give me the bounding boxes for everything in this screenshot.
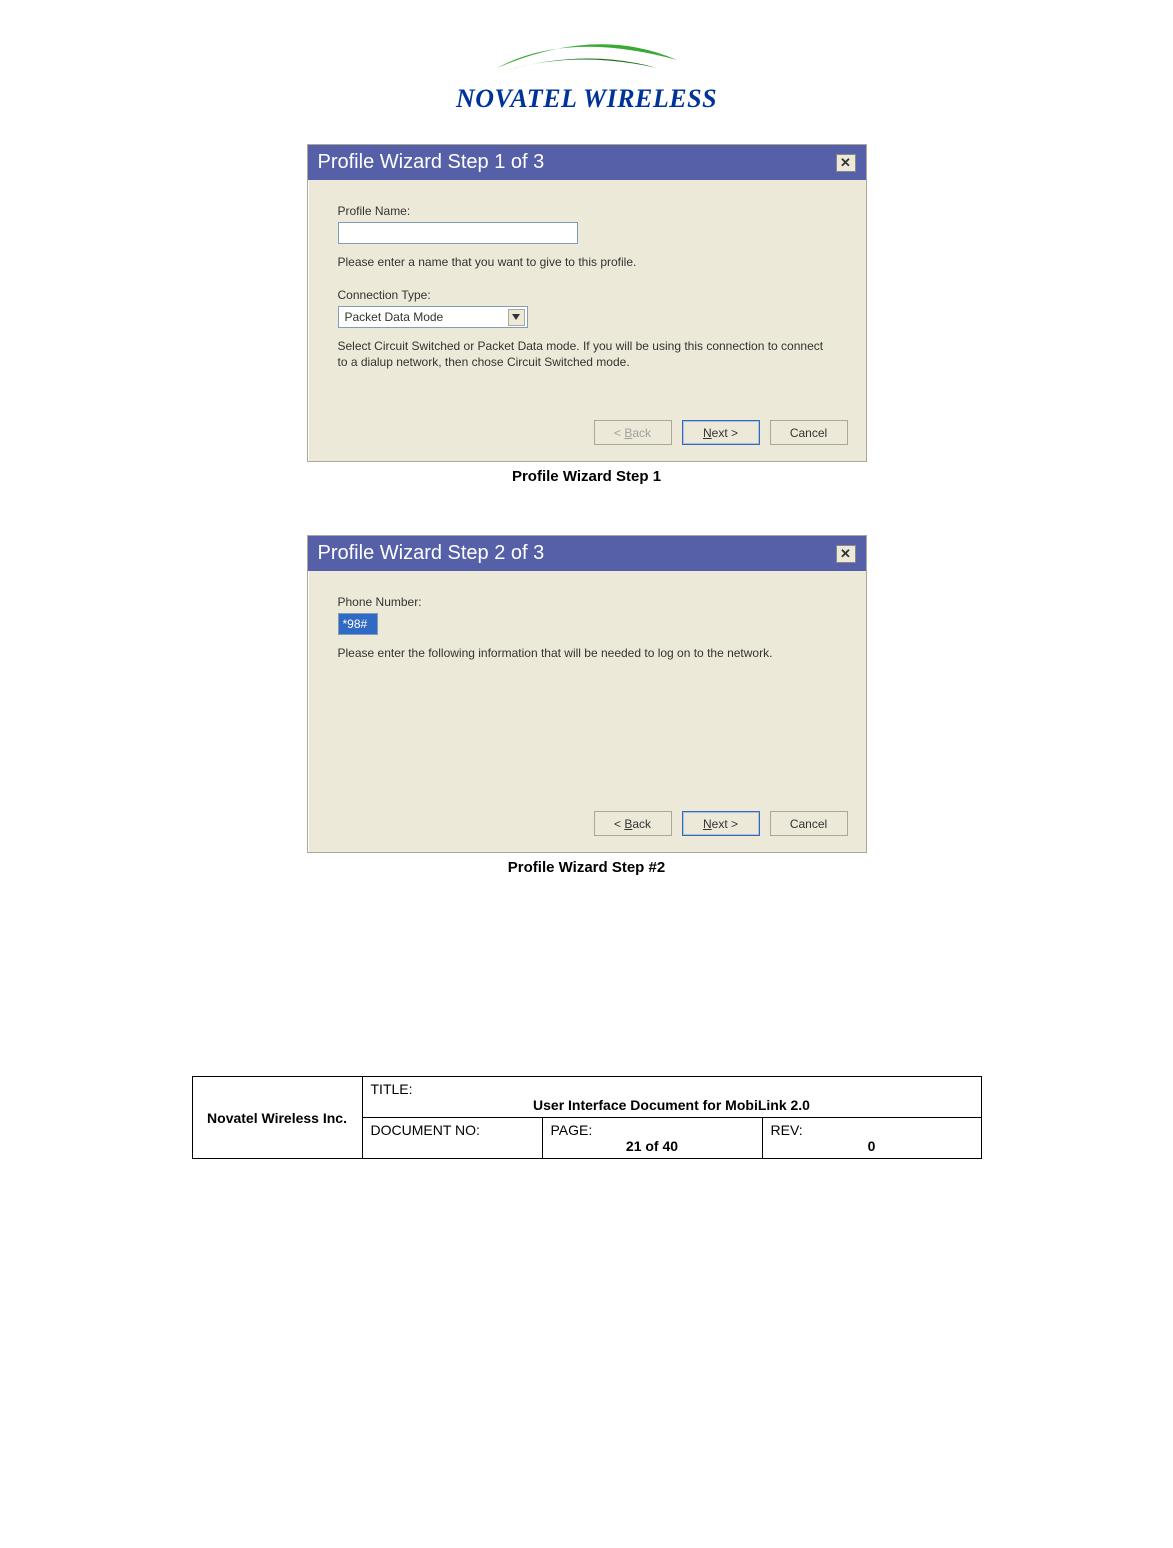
cancel-button[interactable]: Cancel xyxy=(770,811,848,836)
phone-number-label: Phone Number: xyxy=(338,595,836,609)
footer-title-cell: TITLE: User Interface Document for MobiL… xyxy=(362,1077,981,1118)
connection-type-hint: Select Circuit Switched or Packet Data m… xyxy=(338,338,836,370)
cancel-button[interactable]: Cancel xyxy=(770,420,848,445)
close-glyph: ✕ xyxy=(840,155,851,171)
dialog1-title: Profile Wizard Step 1 of 3 xyxy=(318,151,545,174)
profile-wizard-step1-dialog: Profile Wizard Step 1 of 3 ✕ Profile Nam… xyxy=(307,144,867,462)
footer-company: Novatel Wireless Inc. xyxy=(192,1077,362,1159)
phone-number-hint: Please enter the following information t… xyxy=(338,645,836,661)
profile-name-input[interactable] xyxy=(338,222,578,244)
footer-rev-value: 0 xyxy=(771,1138,973,1154)
connection-type-select[interactable]: Packet Data Mode xyxy=(338,306,528,328)
footer-docno-cell: DOCUMENT NO: xyxy=(362,1118,542,1159)
footer-page-label: PAGE: xyxy=(551,1122,593,1138)
back-button: < Back xyxy=(594,420,672,445)
dialog2-titlebar: Profile Wizard Step 2 of 3 ✕ xyxy=(308,536,866,571)
dialog2-button-row: < Back Next > Cancel xyxy=(308,801,866,852)
logo-area: NOVATEL WIRELESS xyxy=(0,20,1173,114)
footer-rev-cell: REV: 0 xyxy=(762,1118,981,1159)
footer-page-value: 21 of 40 xyxy=(551,1138,754,1154)
footer-table: Novatel Wireless Inc. TITLE: User Interf… xyxy=(192,1076,982,1159)
profile-name-label: Profile Name: xyxy=(338,204,836,218)
dialog2-body: Phone Number: Please enter the following… xyxy=(308,571,866,801)
close-glyph: ✕ xyxy=(840,546,851,562)
profile-wizard-step2-dialog: Profile Wizard Step 2 of 3 ✕ Phone Numbe… xyxy=(307,535,867,853)
close-icon[interactable]: ✕ xyxy=(836,154,856,172)
logo-swoosh-icon xyxy=(487,20,687,80)
profile-name-hint: Please enter a name that you want to giv… xyxy=(338,254,836,270)
back-button-label: < Back xyxy=(614,817,651,831)
footer-docno-label: DOCUMENT NO: xyxy=(371,1122,480,1138)
next-button[interactable]: Next > xyxy=(682,420,760,445)
connection-type-value: Packet Data Mode xyxy=(345,310,444,324)
back-button-label: < Back xyxy=(614,426,651,440)
connection-type-label: Connection Type: xyxy=(338,288,836,302)
dialog1-titlebar: Profile Wizard Step 1 of 3 ✕ xyxy=(308,145,866,180)
next-button-label: Next > xyxy=(703,817,738,831)
next-button[interactable]: Next > xyxy=(682,811,760,836)
close-icon[interactable]: ✕ xyxy=(836,545,856,563)
chevron-down-icon[interactable] xyxy=(508,309,525,326)
back-button[interactable]: < Back xyxy=(594,811,672,836)
dialog1-button-row: < Back Next > Cancel xyxy=(308,410,866,461)
footer-rev-label: REV: xyxy=(771,1122,803,1138)
phone-number-input[interactable] xyxy=(338,613,378,635)
caption-step1: Profile Wizard Step 1 xyxy=(0,468,1173,485)
footer-title-label: TITLE: xyxy=(371,1081,413,1097)
next-button-label: Next > xyxy=(703,426,738,440)
footer-page-cell: PAGE: 21 of 40 xyxy=(542,1118,762,1159)
footer-title-value: User Interface Document for MobiLink 2.0 xyxy=(371,1097,973,1113)
caption-step2: Profile Wizard Step #2 xyxy=(0,859,1173,876)
logo-text: NOVATEL WIRELESS xyxy=(0,84,1173,114)
dialog1-body: Profile Name: Please enter a name that y… xyxy=(308,180,866,410)
dialog2-title: Profile Wizard Step 2 of 3 xyxy=(318,542,545,565)
